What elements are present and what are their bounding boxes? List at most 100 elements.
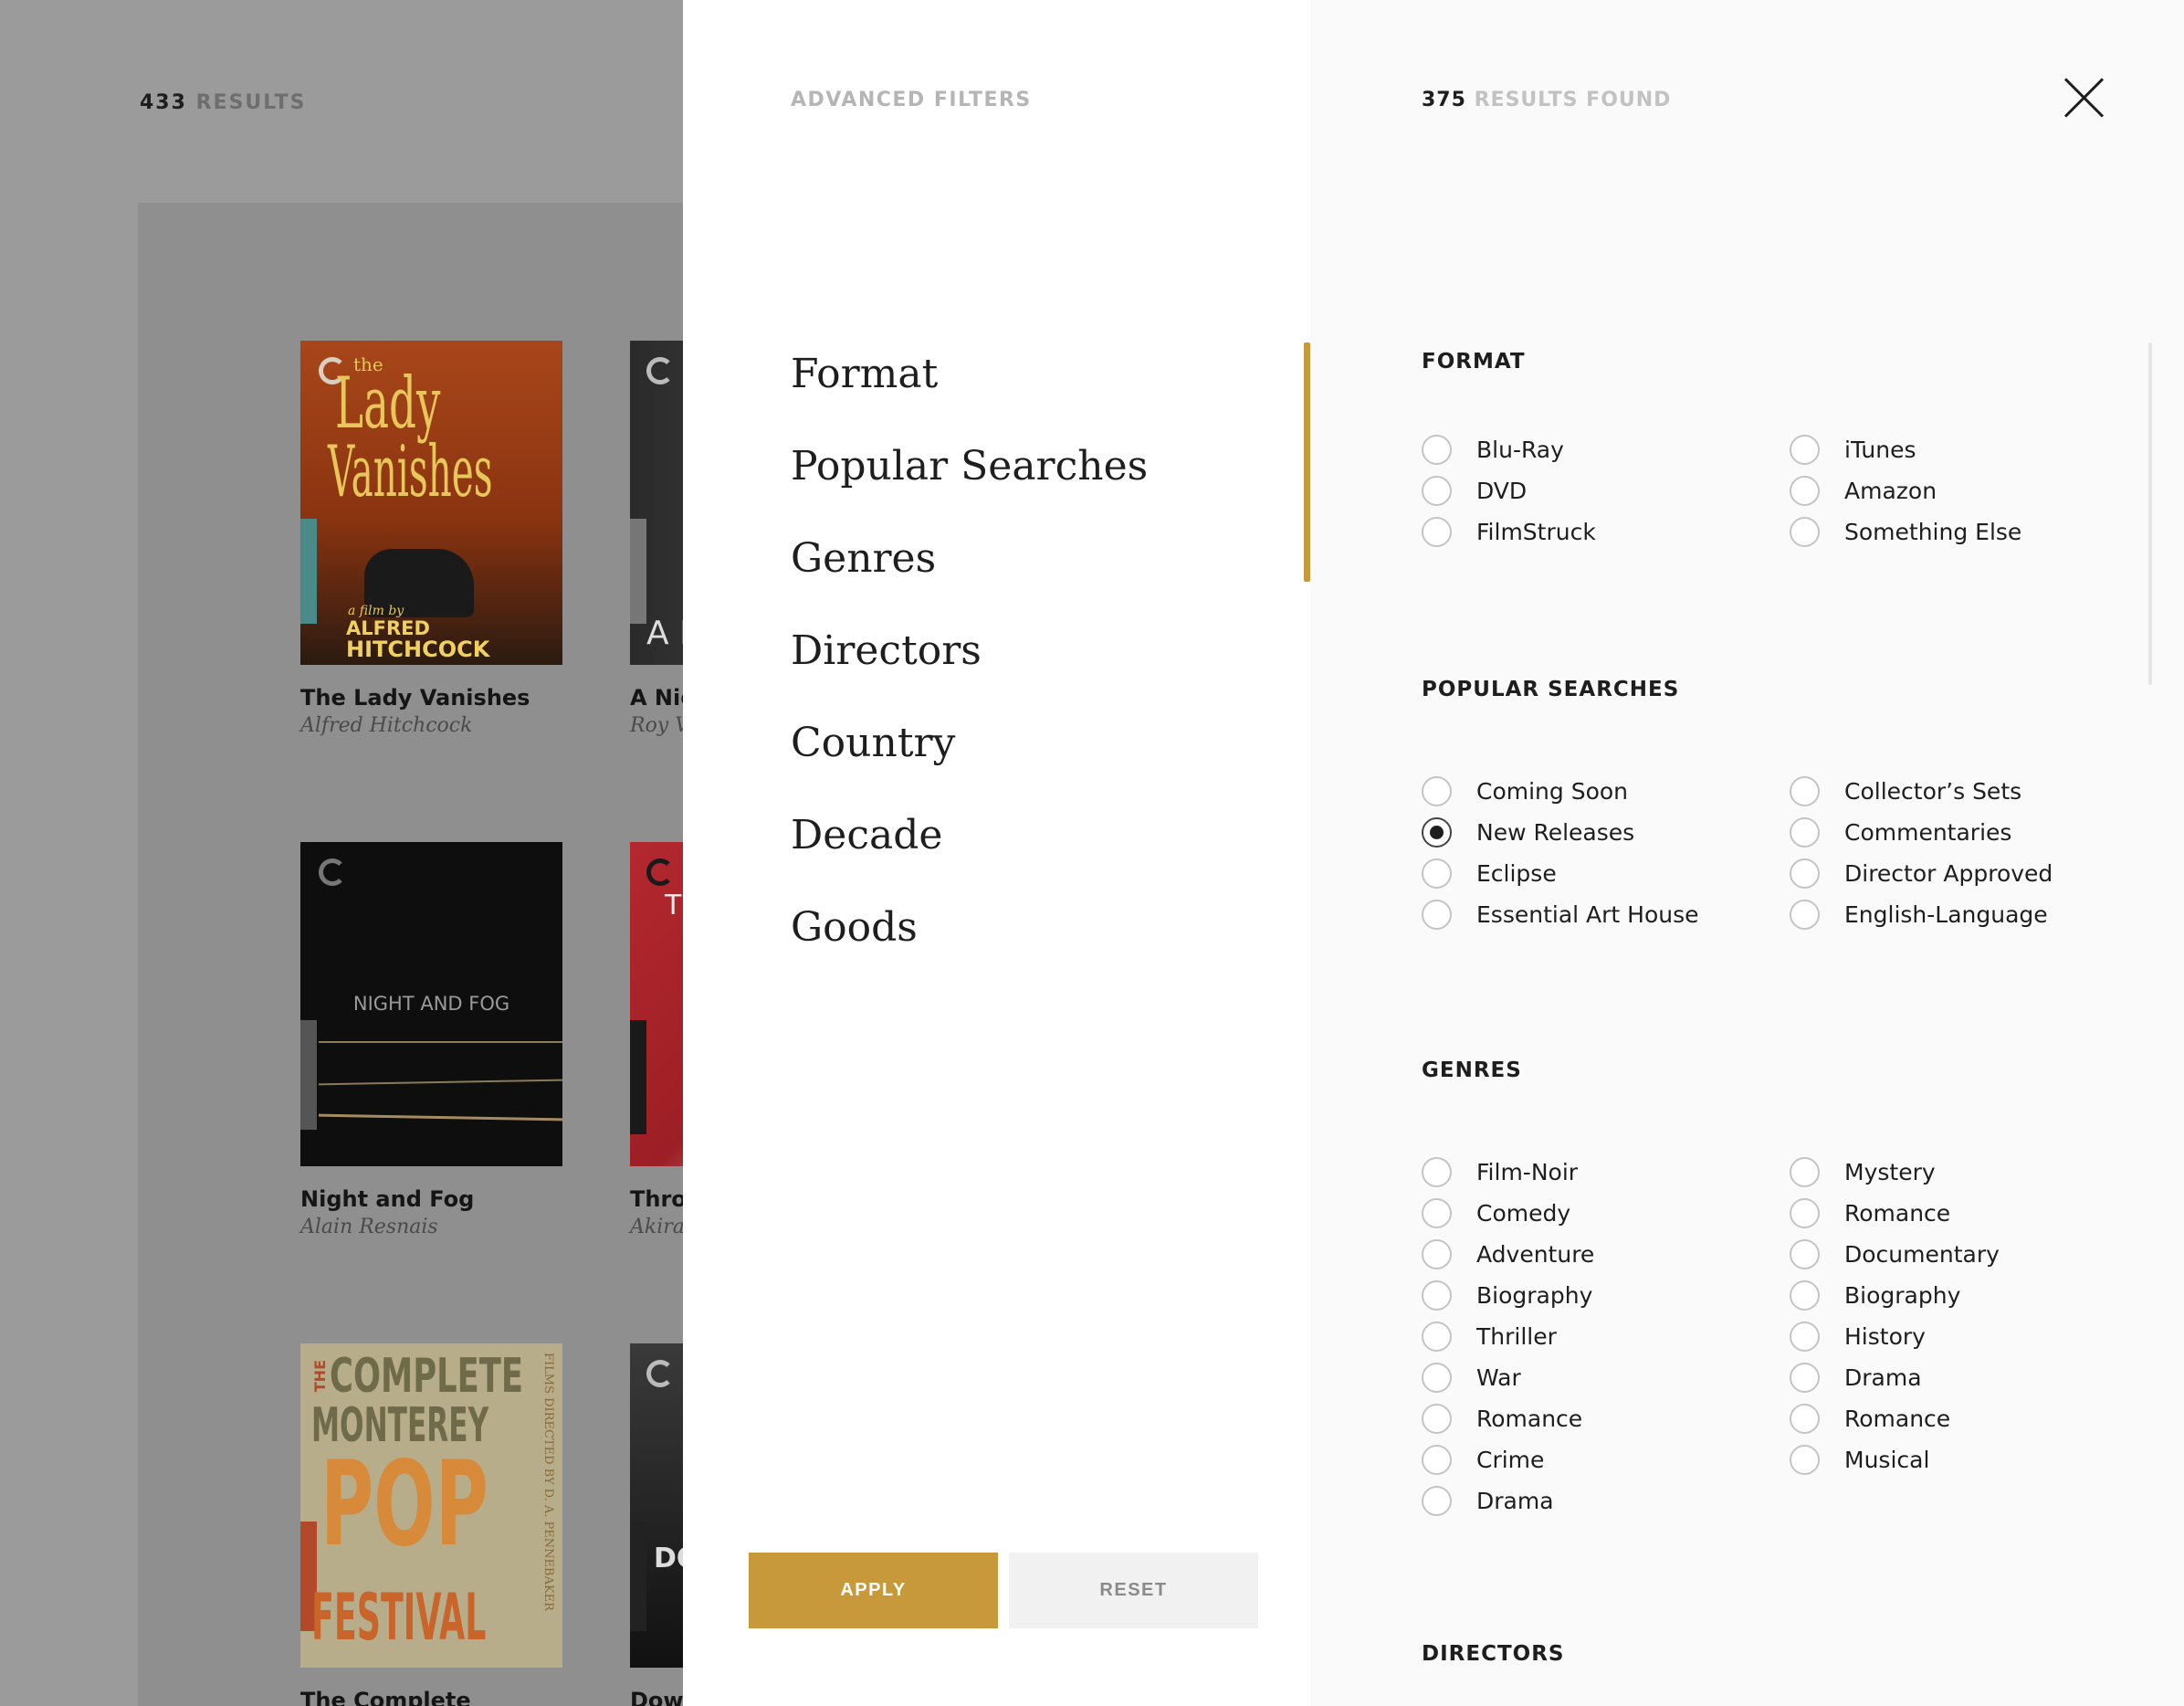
radio-unselected-icon[interactable] — [1790, 1239, 1820, 1269]
popular-option[interactable]: Eclipse — [1422, 853, 1557, 894]
radio-unselected-icon[interactable] — [1422, 1445, 1452, 1475]
format-option[interactable]: DVD — [1422, 470, 1527, 511]
filter-category-directors[interactable]: Directors — [791, 619, 1148, 711]
radio-unselected-icon[interactable] — [1422, 435, 1452, 465]
radio-unselected-icon[interactable] — [1790, 1404, 1820, 1434]
genres-option[interactable]: War — [1422, 1357, 1521, 1398]
option-label: Comedy — [1476, 1200, 1571, 1227]
radio-unselected-icon[interactable] — [1422, 1404, 1452, 1434]
radio-unselected-icon[interactable] — [1422, 1322, 1452, 1352]
film-card[interactable]: THE COMPLETE MONTEREY POP FESTIVAL FILMS… — [300, 1343, 562, 1706]
format-option[interactable]: iTunes — [1790, 429, 1916, 470]
genres-option[interactable]: History — [1790, 1316, 1926, 1357]
barbed-wire-line — [319, 1079, 562, 1086]
option-label: Collector’s Sets — [1844, 778, 2022, 805]
film-card[interactable]: A N A Nig Roy V — [630, 341, 683, 737]
cover-text: Lady — [335, 363, 441, 445]
genres-option[interactable]: Drama — [1790, 1357, 1922, 1398]
filter-category-country[interactable]: Country — [791, 711, 1148, 804]
genres-option[interactable]: Thriller — [1422, 1316, 1557, 1357]
filter-category-decade[interactable]: Decade — [791, 804, 1148, 896]
radio-unselected-icon[interactable] — [1422, 858, 1452, 889]
radio-unselected-icon[interactable] — [1790, 476, 1820, 506]
radio-unselected-icon[interactable] — [1422, 1198, 1452, 1228]
popular-option[interactable]: New Releases — [1422, 812, 1634, 853]
radio-unselected-icon[interactable] — [1422, 517, 1452, 547]
radio-unselected-icon[interactable] — [1422, 1363, 1452, 1393]
filter-category-genres[interactable]: Genres — [791, 527, 1148, 619]
genres-option[interactable]: Comedy — [1422, 1193, 1570, 1234]
genres-option[interactable]: Musical — [1790, 1439, 1929, 1480]
film-cover[interactable]: the Lady Vanishes a film by ALFRED HITCH… — [300, 341, 562, 665]
popular-option[interactable]: Commentaries — [1790, 812, 2011, 853]
radio-unselected-icon[interactable] — [1422, 1486, 1452, 1516]
radio-unselected-icon[interactable] — [1422, 900, 1452, 930]
radio-unselected-icon[interactable] — [1422, 476, 1452, 506]
genres-option[interactable]: Biography — [1790, 1275, 1960, 1316]
popular-option[interactable]: Collector’s Sets — [1790, 771, 2021, 812]
genres-option[interactable]: Romance — [1422, 1398, 1582, 1439]
popular-option[interactable]: Coming Soon — [1422, 771, 1628, 812]
radio-unselected-icon[interactable] — [1790, 776, 1820, 806]
filter-category-format[interactable]: Format — [791, 342, 1148, 435]
film-cover[interactable]: NIGHT AND FOG — [300, 842, 562, 1166]
radio-unselected-icon[interactable] — [1790, 1322, 1820, 1352]
film-title[interactable]: Night and Fog — [300, 1186, 562, 1212]
film-cover[interactable]: THE COMPLETE MONTEREY POP FESTIVAL FILMS… — [300, 1343, 562, 1668]
genres-option[interactable]: Romance — [1790, 1398, 1950, 1439]
scrollbar[interactable] — [2148, 342, 2152, 685]
option-label: Musical — [1844, 1447, 1930, 1473]
active-section-indicator[interactable] — [1304, 342, 1310, 582]
apply-button[interactable]: APPLY — [749, 1553, 998, 1628]
radio-unselected-icon[interactable] — [1790, 517, 1820, 547]
results-page-background: 433 RESULTS the Lady Vanishes a film by … — [0, 0, 683, 1706]
genres-option[interactable]: Mystery — [1790, 1152, 1936, 1193]
film-card[interactable]: T Thro Akira — [630, 842, 683, 1238]
filter-category-popular-searches[interactable]: Popular Searches — [791, 435, 1148, 527]
genres-option[interactable]: Drama — [1422, 1480, 1554, 1522]
film-title[interactable]: Thro — [630, 1186, 683, 1212]
reset-button[interactable]: RESET — [1009, 1553, 1258, 1628]
format-option[interactable]: Blu-Ray — [1422, 429, 1564, 470]
popular-option[interactable]: Director Approved — [1790, 853, 2053, 894]
film-card[interactable]: the Lady Vanishes a film by ALFRED HITCH… — [300, 341, 562, 737]
radio-unselected-icon[interactable] — [1790, 817, 1820, 848]
film-cover[interactable]: T — [630, 842, 683, 1166]
genres-option[interactable]: Crime — [1422, 1439, 1544, 1480]
popular-searches-section: POPULAR SEARCHES — [1422, 678, 2116, 701]
film-title[interactable]: Dow — [630, 1688, 683, 1706]
popular-option[interactable]: English-Language — [1790, 894, 2048, 935]
genres-option[interactable]: Adventure — [1422, 1234, 1594, 1275]
radio-unselected-icon[interactable] — [1790, 1198, 1820, 1228]
format-option[interactable]: FilmStruck — [1422, 511, 1596, 553]
film-title[interactable]: The Lady Vanishes — [300, 685, 562, 711]
film-title[interactable]: The Complete — [300, 1688, 562, 1706]
radio-unselected-icon[interactable] — [1422, 776, 1452, 806]
radio-unselected-icon[interactable] — [1790, 1363, 1820, 1393]
filter-category-goods[interactable]: Goods — [791, 896, 1148, 988]
format-option[interactable]: Something Else — [1790, 511, 2021, 553]
radio-unselected-icon[interactable] — [1790, 1445, 1820, 1475]
format-option[interactable]: Amazon — [1790, 470, 1937, 511]
radio-unselected-icon[interactable] — [1422, 1280, 1452, 1311]
radio-unselected-icon[interactable] — [1422, 1239, 1452, 1269]
popular-option[interactable]: Essential Art House — [1422, 894, 1699, 935]
radio-selected-icon[interactable] — [1422, 817, 1452, 848]
radio-unselected-icon[interactable] — [1790, 435, 1820, 465]
close-icon[interactable] — [2063, 77, 2106, 121]
radio-unselected-icon[interactable] — [1790, 1280, 1820, 1311]
film-title[interactable]: A Nig — [630, 685, 683, 711]
genres-option[interactable]: Film-Noir — [1422, 1152, 1578, 1193]
radio-unselected-icon[interactable] — [1790, 858, 1820, 889]
genres-option[interactable]: Biography — [1422, 1275, 1592, 1316]
radio-unselected-icon[interactable] — [1790, 1157, 1820, 1187]
film-card[interactable]: DO Dow — [630, 1343, 683, 1706]
radio-unselected-icon[interactable] — [1790, 900, 1820, 930]
film-card[interactable]: NIGHT AND FOG Night and Fog Alain Resnai… — [300, 842, 562, 1238]
radio-unselected-icon[interactable] — [1422, 1157, 1452, 1187]
film-cover[interactable]: DO — [630, 1343, 683, 1668]
film-cover[interactable]: A N — [630, 341, 683, 665]
option-label: Eclipse — [1476, 860, 1557, 887]
genres-option[interactable]: Romance — [1790, 1193, 1950, 1234]
genres-option[interactable]: Documentary — [1790, 1234, 2000, 1275]
